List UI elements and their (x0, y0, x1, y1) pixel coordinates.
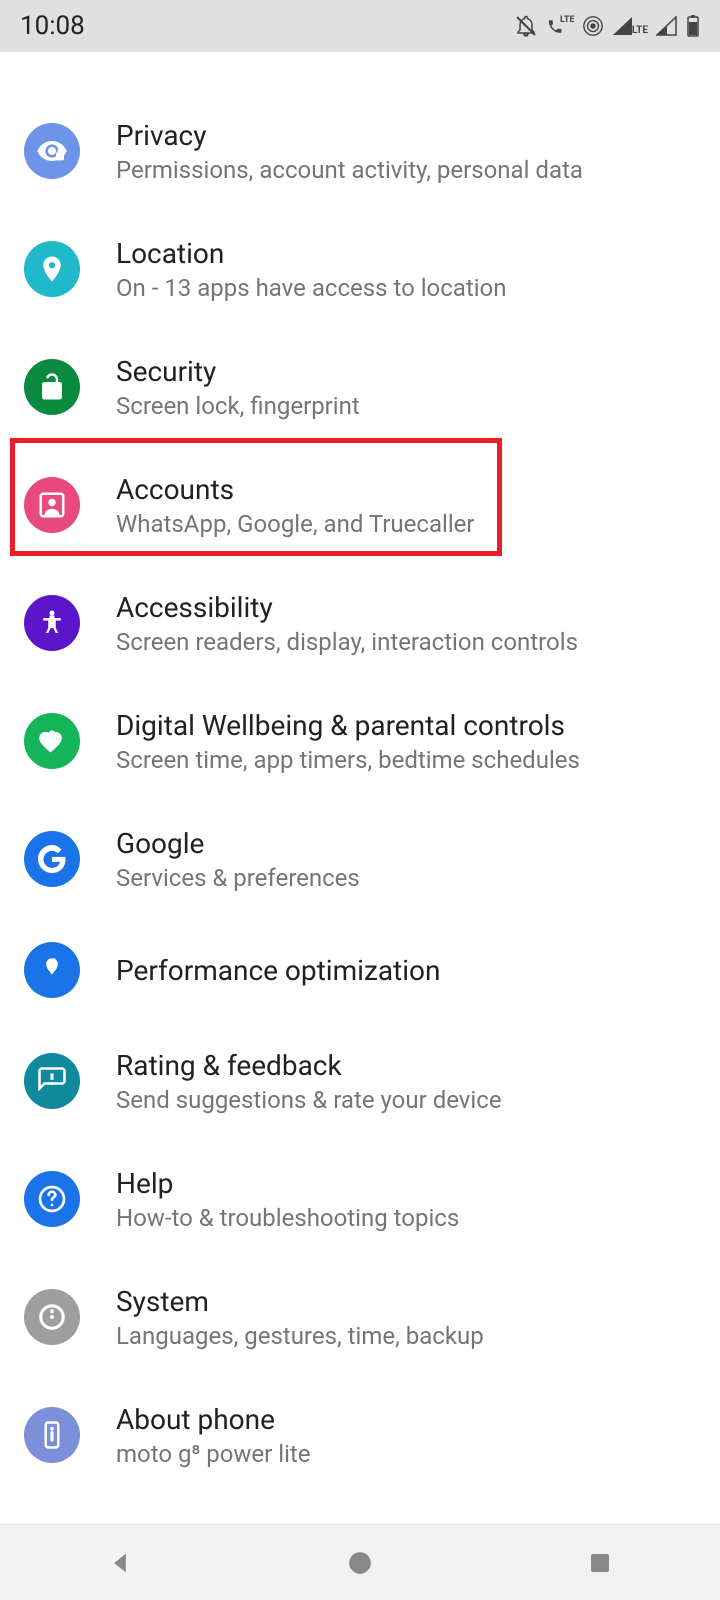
volte-call-icon: LTE (546, 14, 574, 38)
battery-icon (686, 15, 700, 37)
feedback-icon (24, 1053, 80, 1109)
svg-text:LTE: LTE (560, 15, 574, 25)
status-bar: 10:08 LTE LTE (0, 0, 720, 52)
about-phone-icon (24, 1407, 80, 1463)
location-icon (24, 241, 80, 297)
item-subtitle: moto g⁸ power lite (116, 1440, 310, 1468)
item-title: Privacy (116, 119, 583, 152)
settings-item-rating-feedback[interactable]: Rating & feedback Send suggestions & rat… (0, 1022, 720, 1140)
performance-icon (24, 942, 80, 998)
hotspot-icon (582, 15, 604, 37)
signal-2-icon (656, 16, 678, 36)
wellbeing-icon (24, 713, 80, 769)
settings-item-security[interactable]: Security Screen lock, fingerprint (0, 328, 720, 446)
navigation-bar (0, 1524, 720, 1600)
item-title: Performance optimization (116, 954, 440, 987)
dnd-off-icon (514, 14, 538, 38)
settings-list: Privacy Permissions, account activity, p… (0, 52, 720, 1494)
item-title: Rating & feedback (116, 1049, 502, 1082)
item-title: Help (116, 1167, 459, 1200)
item-title: Accessibility (116, 591, 578, 624)
settings-item-digital-wellbeing[interactable]: Digital Wellbeing & parental controls Sc… (0, 682, 720, 800)
nav-home-button[interactable] (300, 1533, 420, 1593)
settings-item-help[interactable]: Help How-to & troubleshooting topics (0, 1140, 720, 1258)
settings-item-location[interactable]: Location On - 13 apps have access to loc… (0, 210, 720, 328)
item-title: System (116, 1285, 484, 1318)
settings-item-about-phone[interactable]: About phone moto g⁸ power lite (0, 1376, 720, 1494)
nav-recent-button[interactable] (540, 1533, 660, 1593)
item-subtitle: Screen time, app timers, bedtime schedul… (116, 746, 580, 774)
help-icon (24, 1171, 80, 1227)
item-subtitle: Services & preferences (116, 864, 360, 892)
settings-item-accounts[interactable]: Accounts WhatsApp, Google, and Truecalle… (0, 446, 720, 564)
item-title: Google (116, 827, 360, 860)
item-title: About phone (116, 1403, 310, 1436)
google-icon (24, 831, 80, 887)
accounts-icon (24, 477, 80, 533)
system-icon (24, 1289, 80, 1345)
accessibility-icon (24, 595, 80, 651)
security-icon (24, 359, 80, 415)
item-title: Security (116, 355, 360, 388)
settings-item-privacy[interactable]: Privacy Permissions, account activity, p… (0, 92, 720, 210)
item-subtitle: Languages, gestures, time, backup (116, 1322, 484, 1350)
status-icons: LTE LTE (514, 14, 700, 38)
settings-item-accessibility[interactable]: Accessibility Screen readers, display, i… (0, 564, 720, 682)
item-subtitle: Screen lock, fingerprint (116, 392, 360, 420)
status-time: 10:08 (20, 11, 85, 41)
item-subtitle: Send suggestions & rate your device (116, 1086, 502, 1114)
item-title: Digital Wellbeing & parental controls (116, 709, 580, 742)
item-title: Accounts (116, 473, 475, 506)
item-subtitle: WhatsApp, Google, and Truecaller (116, 510, 475, 538)
item-title: Location (116, 237, 507, 270)
item-subtitle: How-to & troubleshooting topics (116, 1204, 459, 1232)
nav-back-button[interactable] (60, 1533, 180, 1593)
item-subtitle: Permissions, account activity, personal … (116, 156, 583, 184)
signal-1-icon: LTE (612, 16, 648, 36)
item-subtitle: Screen readers, display, interaction con… (116, 628, 578, 656)
privacy-icon (24, 123, 80, 179)
item-subtitle: On - 13 apps have access to location (116, 274, 507, 302)
settings-item-google[interactable]: Google Services & preferences (0, 800, 720, 918)
settings-item-performance[interactable]: Performance optimization (0, 918, 720, 1022)
settings-item-system[interactable]: System Languages, gestures, time, backup (0, 1258, 720, 1376)
